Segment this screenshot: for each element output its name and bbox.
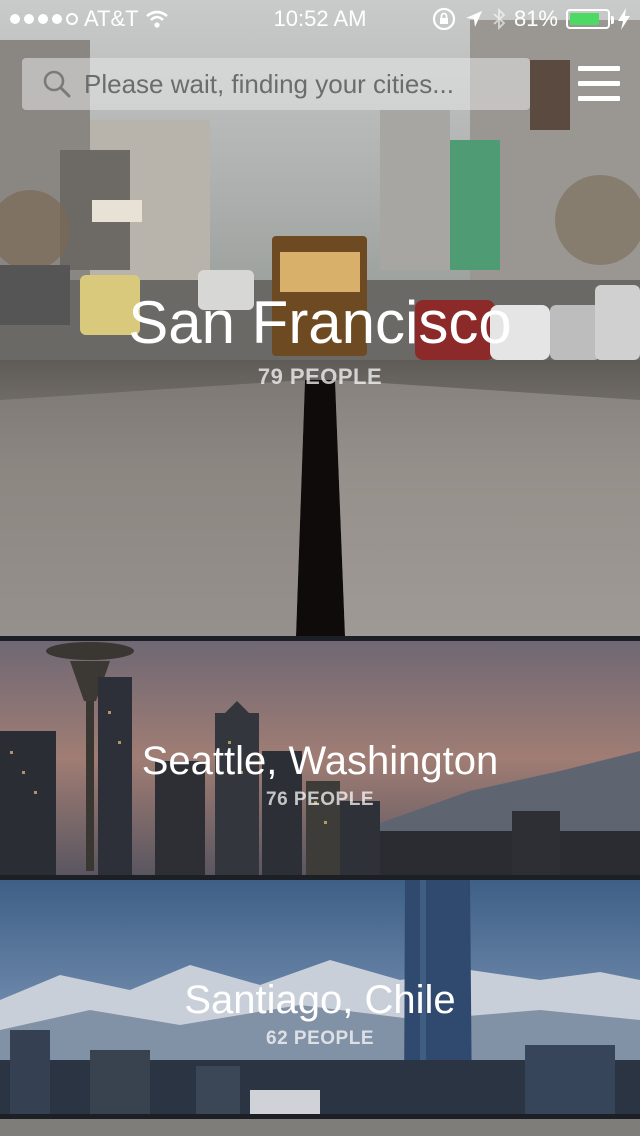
people-count: 62 PEOPLE (266, 1028, 374, 1049)
hamburger-menu-icon[interactable] (578, 66, 620, 102)
status-indicators: 81% (432, 6, 630, 32)
city-name: Santiago, Chile (184, 978, 456, 1022)
city-search-bar[interactable] (22, 58, 530, 110)
search-input[interactable] (82, 67, 516, 101)
people-count: 79 PEOPLE (257, 364, 383, 389)
battery-percent: 81% (513, 6, 558, 31)
orientation-lock-icon (432, 7, 456, 31)
city-name: Seattle, Washington (141, 739, 499, 783)
search-icon (43, 70, 71, 98)
city-card-santiago[interactable]: Santiago, Chile 62 PEOPLE (0, 880, 640, 1114)
charging-bolt-icon (618, 8, 630, 30)
status-bar: AT&T 10:52 AM 81% (0, 0, 640, 40)
people-count: 76 PEOPLE (266, 789, 374, 810)
next-city-card-peek[interactable] (0, 1119, 640, 1136)
city-name: San Francisco (128, 289, 512, 356)
bluetooth-icon (493, 7, 506, 31)
battery-icon (566, 9, 614, 29)
location-arrow-icon (465, 11, 482, 27)
city-card-seattle[interactable]: Seattle, Washington 76 PEOPLE (0, 641, 640, 875)
